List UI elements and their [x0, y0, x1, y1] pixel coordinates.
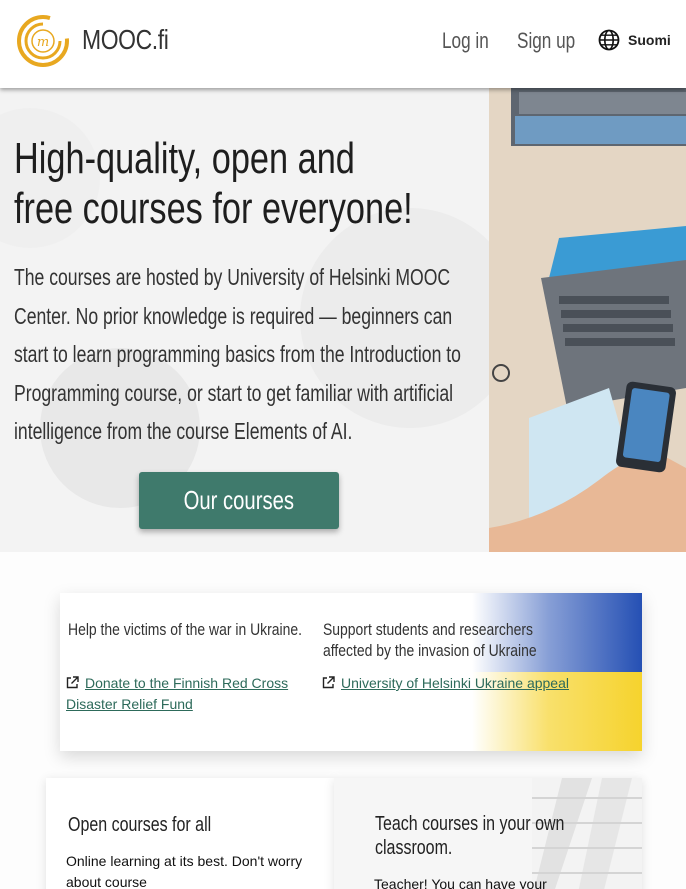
svg-text:m: m	[37, 35, 49, 50]
hero-section: High-quality, open and free courses for …	[0, 88, 686, 552]
hero-photo	[489, 88, 686, 552]
teach-courses-card: Teach courses in your own classroom. Tea…	[334, 778, 642, 889]
red-cross-donate-text: Donate to the Finnish Red Cross Disaster…	[66, 675, 289, 712]
ukraine-support-banner: Help the victims of the war in Ukraine. …	[60, 593, 642, 751]
open-courses-title: Open courses for all	[68, 814, 212, 836]
signup-link[interactable]: Sign up	[517, 28, 575, 54]
helsinki-appeal-text: University of Helsinki Ukraine appeal	[341, 675, 569, 691]
language-switch[interactable]: Suomi	[598, 29, 671, 51]
hero-title: High-quality, open and free courses for …	[14, 134, 413, 233]
helsinki-appeal-link[interactable]: University of Helsinki Ukraine appeal	[322, 673, 582, 694]
hero-description: The courses are hosted by University of …	[14, 264, 461, 444]
teach-courses-text: Teacher! You can have your	[374, 876, 547, 889]
red-cross-donate-link[interactable]: Donate to the Finnish Red Cross Disaster…	[66, 673, 306, 715]
ukraine-left-heading: Help the victims of the war in Ukraine.	[68, 620, 302, 639]
open-courses-text: Online learning at its best. Don't worry…	[66, 853, 303, 889]
teach-courses-title: Teach courses in your own classroom.	[375, 813, 565, 859]
external-link-icon	[322, 676, 335, 689]
ukraine-right-heading: Support students and researchers affecte…	[323, 620, 537, 660]
external-link-icon	[66, 676, 79, 689]
our-courses-button[interactable]: Our courses	[139, 472, 339, 529]
open-courses-card: Open courses for all Online learning at …	[46, 778, 334, 889]
site-header: m MOOC.fi Log in Sign up Suomi	[0, 0, 686, 88]
login-link[interactable]: Log in	[442, 28, 489, 54]
globe-icon	[598, 29, 620, 51]
logo-text[interactable]: MOOC.fi	[82, 24, 169, 56]
mooc-logo-icon[interactable]: m	[16, 14, 70, 68]
our-courses-label: Our courses	[183, 485, 295, 515]
language-label: Suomi	[628, 32, 671, 48]
